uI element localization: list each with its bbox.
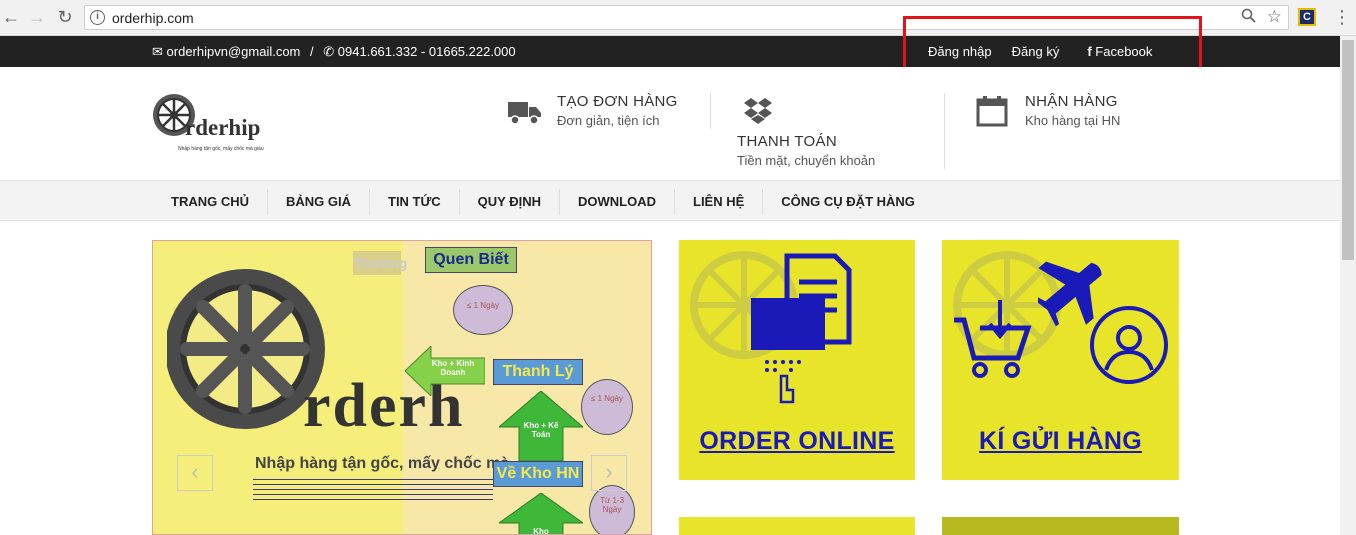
nav-item-order-tool[interactable]: CÔNG CỤ ĐẶT HÀNG <box>763 189 933 215</box>
calendar-icon <box>976 95 1008 132</box>
divider <box>710 93 711 129</box>
slider-arrow-2-label: Kho + Kế Toán <box>523 421 559 439</box>
slider-tagline: Nhập hàng tận gốc, mấy chốc mà <box>255 455 510 472</box>
cart-download-icon <box>954 300 1032 378</box>
slider-bubble-3: Từ 1-3 Ngày <box>589 485 635 534</box>
phone-icon: ✆ <box>323 44 335 59</box>
logo-name: rderhip <box>185 115 261 140</box>
feature-subtitle: Đơn giản, tiện ích <box>557 113 660 128</box>
envelope-icon: ✉ <box>152 44 163 59</box>
extension-icon[interactable]: C <box>1298 8 1316 26</box>
order-online-icon <box>751 253 852 404</box>
slider-bubble-1: ≤ 1 Ngày <box>453 285 513 335</box>
slider-bubble-2: ≤ 1 Ngày <box>581 379 633 435</box>
tile-consignment[interactable]: KÍ GỬI HÀNG <box>942 240 1179 480</box>
slider-label-ve-kho: Về Kho HN <box>493 461 583 487</box>
slider-next-button[interactable]: › <box>591 455 627 491</box>
divider <box>944 93 945 169</box>
feature-title: THANH TOÁN <box>737 133 837 150</box>
url-text[interactable]: orderhip.com <box>112 10 194 26</box>
contact-separator: / <box>310 44 314 59</box>
slider-label-quen-biet: Quen Biết <box>425 247 517 273</box>
logo-tagline: Nhập hàng tận gốc, mấy chốc mà giàu <box>178 146 264 152</box>
tile-order-online-title[interactable]: ORDER ONLINE <box>679 427 915 456</box>
page-scrollbar[interactable] <box>1340 36 1356 535</box>
site-logo[interactable]: rderhip Nhập hàng tận gốc, mấy chốc mà g… <box>152 77 287 157</box>
nav-item-contact[interactable]: LIÊN HỆ <box>675 189 764 215</box>
truck-icon <box>508 99 542 130</box>
back-arrow-icon[interactable]: ← <box>0 6 22 28</box>
main-nav: TRANG CHỦ BẢNG GIÁ TIN TỨC QUY ĐỊNH DOWN… <box>0 180 1340 221</box>
slider-arrow-3-label: Kho <box>533 527 549 535</box>
feature-subtitle: Kho hàng tại HN <box>1025 113 1121 128</box>
site-header: rderhip Nhập hàng tận gốc, mấy chốc mà g… <box>0 67 1340 180</box>
nav-item-home[interactable]: TRANG CHỦ <box>153 189 268 215</box>
forward-arrow-icon[interactable]: → <box>26 6 48 28</box>
slider-label-thuong: Thường <box>353 251 407 275</box>
browser-menu-icon[interactable]: ⋮ <box>1333 6 1351 28</box>
nav-item-price[interactable]: BẢNG GIÁ <box>268 189 370 215</box>
scrollbar-thumb[interactable] <box>1342 40 1354 260</box>
bookmark-star-icon[interactable]: ☆ <box>1267 7 1282 27</box>
feature-subtitle: Tiền mặt, chuyển khoản <box>737 153 876 168</box>
slider-stripes <box>253 479 493 501</box>
user-profile-icon <box>1090 306 1168 384</box>
slider-label-thanh-ly: Thanh Lý <box>493 359 583 385</box>
site-info-icon[interactable]: i <box>90 10 105 25</box>
tile-consignment-title[interactable]: KÍ GỬI HÀNG <box>942 427 1179 456</box>
nav-item-rules[interactable]: QUY ĐỊNH <box>460 189 560 215</box>
nav-item-news[interactable]: TIN TỨC <box>370 189 460 215</box>
reload-icon[interactable]: ↻ <box>54 6 76 28</box>
tile-lower-left[interactable] <box>679 517 915 535</box>
slider-prev-button[interactable]: ‹ <box>177 455 213 491</box>
slider-arrow-1-label: Kho + Kinh Doanh <box>431 359 475 377</box>
tile-order-online[interactable]: ORDER ONLINE <box>679 240 915 480</box>
hero-slider[interactable]: Thường rderh Nhập hàng tận gốc, mấy chốc… <box>152 240 652 535</box>
feature-title: NHẬN HÀNG <box>1025 93 1118 110</box>
tile-lower-right[interactable] <box>942 517 1179 535</box>
dropbox-icon <box>743 95 773 130</box>
zoom-icon[interactable] <box>1241 8 1256 27</box>
feature-title: TẠO ĐƠN HÀNG <box>557 93 678 110</box>
contact-info: ✉ orderhipvn@gmail.com / ✆ 0941.661.332 … <box>152 44 516 60</box>
contact-phone: 0941.661.332 - 01665.222.000 <box>337 44 516 59</box>
contact-email[interactable]: orderhipvn@gmail.com <box>167 44 301 59</box>
nav-item-download[interactable]: DOWNLOAD <box>560 189 675 215</box>
